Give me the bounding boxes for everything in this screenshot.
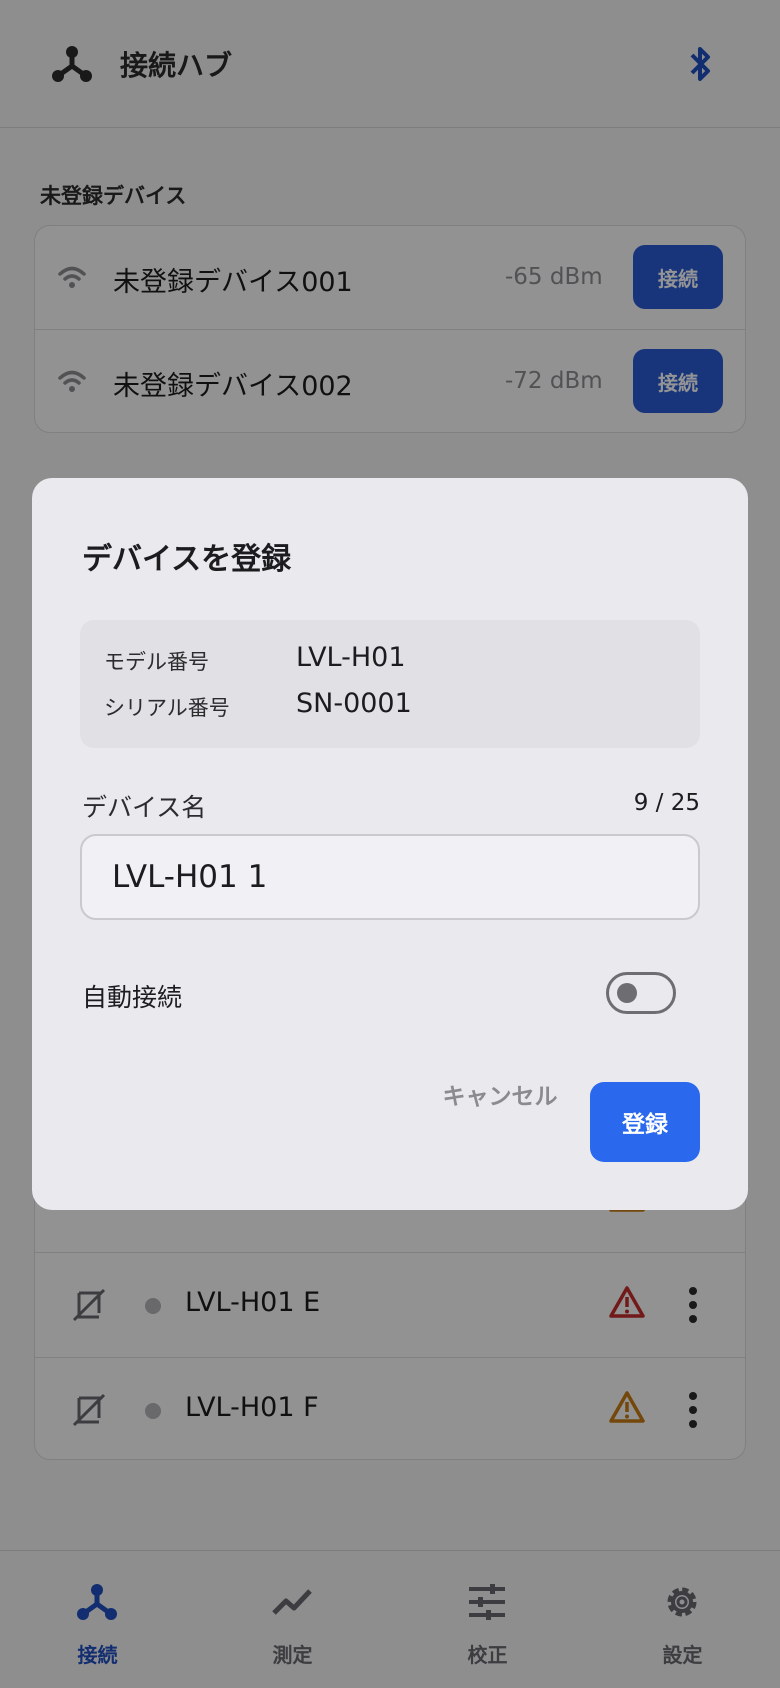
char-counter: 9 / 25	[633, 790, 700, 816]
serial-value: SN-0001	[296, 688, 412, 719]
model-value: LVL-H01	[296, 642, 406, 673]
auto-connect-label: 自動接続	[82, 983, 183, 1012]
model-label: モデル番号	[104, 650, 209, 674]
register-device-dialog: デバイスを登録 モデル番号 LVL-H01 シリアル番号 SN-0001 デバイ…	[32, 478, 748, 1210]
device-info-box: モデル番号 LVL-H01 シリアル番号 SN-0001	[80, 620, 700, 748]
toggle-knob	[617, 983, 637, 1003]
device-name-label: デバイス名	[82, 793, 207, 822]
register-button[interactable]: 登録	[590, 1082, 700, 1162]
dialog-title: デバイスを登録	[82, 542, 292, 577]
serial-label: シリアル番号	[104, 696, 230, 720]
cancel-button[interactable]: キャンセル	[416, 1064, 584, 1124]
auto-connect-toggle[interactable]	[606, 972, 676, 1014]
device-name-input[interactable]	[80, 834, 700, 920]
